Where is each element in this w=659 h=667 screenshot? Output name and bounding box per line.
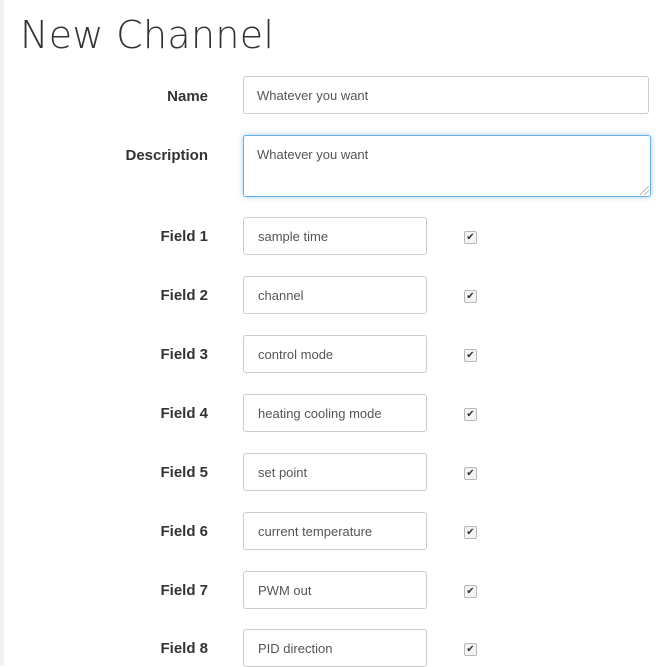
field-7-label: Field 7 bbox=[160, 582, 208, 599]
page-title: New Channel bbox=[20, 13, 275, 57]
field-6-label: Field 6 bbox=[160, 523, 208, 540]
field-5-input[interactable] bbox=[243, 453, 427, 491]
checkmark-icon: ✔ bbox=[466, 468, 475, 479]
field-6-input[interactable] bbox=[243, 512, 427, 550]
field-8-label: Field 8 bbox=[160, 640, 208, 657]
field-4-label: Field 4 bbox=[160, 405, 208, 422]
checkmark-icon: ✔ bbox=[466, 527, 475, 538]
field-5-checkbox[interactable]: ✔ bbox=[464, 467, 477, 480]
checkmark-icon: ✔ bbox=[466, 291, 475, 302]
field-3-label: Field 3 bbox=[160, 346, 208, 363]
checkmark-icon: ✔ bbox=[466, 232, 475, 243]
field-8-input[interactable] bbox=[243, 629, 427, 667]
field-4-checkbox[interactable]: ✔ bbox=[464, 408, 477, 421]
checkmark-icon: ✔ bbox=[466, 586, 475, 597]
field-7-input[interactable] bbox=[243, 571, 427, 609]
checkmark-icon: ✔ bbox=[466, 644, 475, 655]
field-7-checkbox[interactable]: ✔ bbox=[464, 585, 477, 598]
field-6-checkbox[interactable]: ✔ bbox=[464, 526, 477, 539]
field-2-label: Field 2 bbox=[160, 287, 208, 304]
name-input[interactable] bbox=[243, 76, 649, 114]
field-4-input[interactable] bbox=[243, 394, 427, 432]
field-3-checkbox[interactable]: ✔ bbox=[464, 349, 477, 362]
description-label: Description bbox=[125, 147, 208, 164]
field-1-input[interactable] bbox=[243, 217, 427, 255]
checkmark-icon: ✔ bbox=[466, 409, 475, 420]
field-8-checkbox[interactable]: ✔ bbox=[464, 643, 477, 656]
field-2-checkbox[interactable]: ✔ bbox=[464, 290, 477, 303]
checkmark-icon: ✔ bbox=[466, 350, 475, 361]
field-3-input[interactable] bbox=[243, 335, 427, 373]
description-textarea[interactable]: Whatever you want bbox=[243, 135, 651, 197]
field-2-input[interactable] bbox=[243, 276, 427, 314]
field-1-label: Field 1 bbox=[160, 228, 208, 245]
resize-grip-icon[interactable] bbox=[640, 186, 649, 195]
field-5-label: Field 5 bbox=[160, 464, 208, 481]
page-left-border bbox=[0, 0, 4, 665]
field-1-checkbox[interactable]: ✔ bbox=[464, 231, 477, 244]
name-label: Name bbox=[167, 88, 208, 105]
